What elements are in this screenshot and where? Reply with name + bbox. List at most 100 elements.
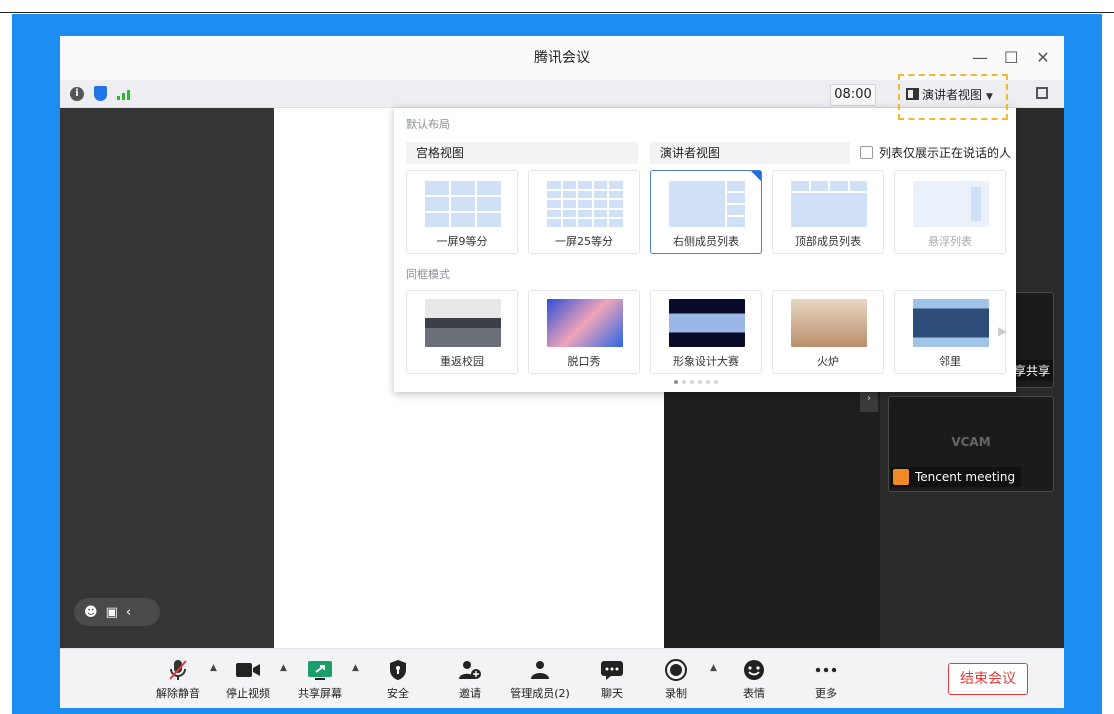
top-rule [0, 12, 1114, 13]
emoji-icon [744, 660, 764, 680]
scene-label: 形象设计大赛 [673, 355, 739, 368]
security-button[interactable]: 安全 [368, 657, 428, 701]
mic-muted-icon [169, 660, 187, 680]
members-icon [531, 661, 549, 679]
shield-icon[interactable] [94, 86, 107, 101]
checkbox-label: 列表仅展示正在说话的人 [879, 146, 1012, 160]
view-layout-button[interactable]: 演讲者视图 ▼ [900, 83, 1008, 107]
scene-option[interactable]: 邻里 [894, 290, 1006, 374]
video-label: 停止视频 [226, 687, 270, 700]
layout-label: 悬浮列表 [928, 235, 972, 248]
more-icon [815, 667, 837, 673]
share-screen-label: 共享屏幕 [298, 687, 342, 700]
chevron-right-icon[interactable]: ▶ [998, 324, 1007, 338]
participant-name-text: Tencent meeting [915, 470, 1016, 484]
more-button[interactable]: 更多 [796, 657, 856, 701]
chevron-up-icon[interactable]: ▲ [352, 663, 359, 673]
title-bar: 腾讯会议 — ☐ ✕ [60, 36, 1064, 80]
signal-icon[interactable] [117, 88, 130, 100]
emoji-label: 表情 [743, 687, 765, 700]
pagination-dots[interactable] [674, 380, 718, 384]
chevron-up-icon[interactable]: ▲ [280, 663, 287, 673]
scene-label: 重返校园 [440, 355, 484, 368]
layout-option-selected[interactable]: 右侧成员列表 [650, 170, 762, 254]
participant-tile[interactable]: VCAM Tencent meeting [888, 396, 1054, 492]
floating-list-icon [913, 181, 989, 227]
scene-label: 邻里 [939, 355, 961, 368]
more-label: 更多 [815, 687, 837, 700]
share-screen-button[interactable]: 共享屏幕 [290, 657, 350, 701]
checkbox-box[interactable] [860, 146, 873, 159]
scene-thumbnail [425, 299, 501, 347]
window-title: 腾讯会议 [534, 50, 590, 66]
maximize-button[interactable]: ☐ [1004, 36, 1018, 80]
layout-icon [906, 88, 919, 100]
video-area-left [60, 108, 274, 648]
meeting-timer: 08:00 [830, 84, 876, 106]
scene-option[interactable]: 火炉 [772, 290, 884, 374]
minimize-button[interactable]: — [972, 36, 988, 80]
top-list-icon [791, 181, 867, 227]
emoji-icon[interactable]: ☻ [84, 605, 98, 620]
layout-option[interactable]: 悬浮列表 [894, 170, 1006, 254]
layout-label: 一屏25等分 [555, 235, 613, 248]
scene-option[interactable]: 重返校园 [406, 290, 518, 374]
participant-name: Tencent meeting [891, 467, 1022, 487]
layout-label: 顶部成员列表 [795, 235, 861, 248]
chevron-left-icon[interactable]: ‹ [126, 605, 131, 620]
add-user-icon [459, 661, 481, 679]
end-meeting-button[interactable]: 结束会议 [948, 663, 1028, 695]
invite-button[interactable]: 邀请 [440, 657, 500, 701]
scene-thumbnail [913, 299, 989, 347]
mute-button[interactable]: 解除静音 [148, 657, 208, 701]
tab-grid-view[interactable]: 宫格视图 [406, 142, 638, 164]
fullscreen-icon[interactable] [1036, 87, 1048, 99]
section-title: 默认布局 [406, 118, 450, 131]
record-button[interactable]: 录制 [646, 657, 706, 701]
meeting-window: 腾讯会议 — ☐ ✕ i 08:00 演讲者视图 ▼ 享共享 VCAM Tence… [60, 36, 1064, 708]
close-button[interactable]: ✕ [1036, 36, 1050, 80]
info-icon[interactable]: i [70, 86, 84, 101]
layout-popup: 默认布局 宫格视图 演讲者视图 列表仅展示正在说话的人 一屏9等分 一屏25等分… [394, 108, 1016, 392]
avatar [893, 469, 909, 485]
chevron-down-icon: ▼ [986, 92, 993, 102]
info-bar: i 08:00 演讲者视图 ▼ [60, 80, 1064, 108]
scene-thumbnail [547, 299, 623, 347]
video-button[interactable]: 停止视频 [218, 657, 278, 701]
layout-option[interactable]: 顶部成员列表 [772, 170, 884, 254]
layout-option[interactable]: 一屏9等分 [406, 170, 518, 254]
layout-label: 一屏9等分 [436, 235, 488, 248]
view-layout-label: 演讲者视图 [922, 88, 983, 102]
vcam-watermark: VCAM [951, 435, 991, 449]
scene-label: 火炉 [817, 355, 839, 368]
window-controls: — ☐ ✕ [972, 36, 1050, 80]
layout-option[interactable]: 一屏25等分 [528, 170, 640, 254]
record-icon [665, 659, 687, 681]
chat-icon [601, 661, 623, 680]
right-list-icon [669, 181, 745, 227]
layout-label: 右侧成员列表 [673, 235, 739, 248]
scene-thumbnail [669, 299, 745, 347]
scene-thumbnail [791, 299, 867, 347]
tab-speaker-view[interactable]: 演讲者视图 [650, 142, 850, 164]
chevron-up-icon[interactable]: ▲ [210, 663, 217, 673]
scene-option[interactable]: 脱口秀 [528, 290, 640, 374]
security-label: 安全 [387, 687, 409, 700]
chat-label: 聊天 [601, 687, 623, 700]
mute-label: 解除静音 [156, 687, 200, 700]
manage-members-button[interactable]: 管理成员(2) [508, 657, 572, 701]
only-speaking-checkbox[interactable]: 列表仅展示正在说话的人 [860, 144, 1011, 161]
grid9-icon [425, 181, 501, 227]
grid25-icon [547, 181, 623, 227]
manage-members-label: 管理成员(2) [510, 687, 570, 700]
meeting-toolbar: 解除静音 ▲ 停止视频 ▲ 共享屏幕 ▲ 安全 邀请 管理成员(2) 聊天 录制… [60, 648, 1064, 708]
section-title: 同框模式 [406, 268, 450, 281]
camera-icon [236, 663, 260, 677]
scene-option[interactable]: 形象设计大赛 [650, 290, 762, 374]
chevron-up-icon[interactable]: ▲ [710, 663, 717, 673]
chat-button[interactable]: 聊天 [582, 657, 642, 701]
invite-label: 邀请 [459, 687, 481, 700]
chat-icon[interactable]: ▣ [106, 605, 118, 620]
emoji-button[interactable]: 表情 [724, 657, 784, 701]
shield-icon [390, 660, 406, 680]
